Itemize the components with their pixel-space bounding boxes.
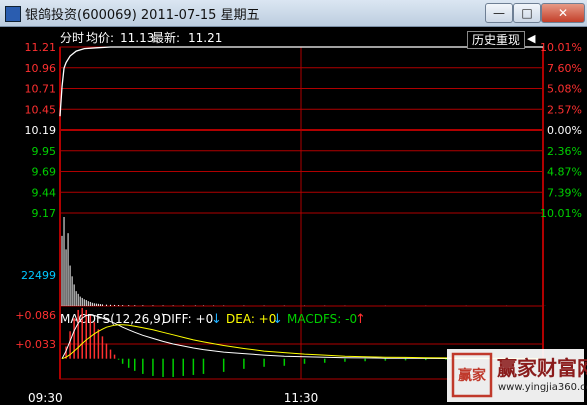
- dea-down-arrow-icon: ↓: [272, 312, 283, 327]
- macd-tick-label: +0.033: [15, 338, 56, 351]
- price-tick-label: 10.96: [25, 62, 57, 75]
- macd-label: MACDFS(12,26,9): [60, 312, 165, 326]
- seal-text: 赢家: [458, 367, 487, 384]
- header-last-label: 最新:: [152, 30, 180, 45]
- app-icon: [5, 6, 21, 22]
- price-tick-label: 9.44: [32, 186, 57, 199]
- volume-tick-label: 22499: [21, 269, 56, 282]
- seal-logo-icon: 赢家: [451, 352, 493, 398]
- percent-tick-label: 0.00%: [547, 124, 582, 137]
- header-avg-label: 均价:: [86, 31, 114, 45]
- macd-dea-label: DEA: +0: [226, 312, 276, 326]
- percent-tick-label: 10.01%: [540, 41, 582, 54]
- watermark-name: 赢家财富网: [497, 356, 587, 380]
- percent-tick-label: 10.01%: [540, 207, 582, 220]
- header-last-value: 11.21: [188, 31, 222, 45]
- minimize-button[interactable]: —: [485, 3, 513, 23]
- title-bar: 银鸽投资(600069) 2011-07-15 星期五 — □ ✕: [0, 0, 587, 27]
- maximize-button[interactable]: □: [513, 3, 541, 23]
- window-title: 银鸽投资(600069) 2011-07-15 星期五: [25, 8, 260, 23]
- watermark-url: www.yingjia360.com: [498, 382, 587, 393]
- x-tick-label: 11:30: [284, 391, 319, 405]
- price-tick-label: 9.95: [32, 145, 57, 158]
- macd-tick-label: +0.086: [15, 309, 56, 322]
- price-tick-label: 10.45: [25, 103, 57, 116]
- header-fenshi-label: 分时: [60, 31, 84, 45]
- percent-tick-label: 5.08%: [547, 83, 582, 96]
- percent-tick-label: 7.39%: [547, 186, 582, 199]
- macd-macdfs-label: MACDFS: -0: [287, 312, 357, 326]
- diff-down-arrow-icon: ↓: [211, 312, 222, 327]
- x-tick-label: 09:30: [28, 391, 63, 405]
- history-replay-button[interactable]: 历史重现: [467, 31, 525, 49]
- percent-tick-label: 7.60%: [547, 62, 582, 75]
- close-button[interactable]: ✕: [541, 3, 585, 23]
- percent-tick-label: 4.87%: [547, 166, 582, 179]
- macdfs-up-arrow-icon: ↑: [355, 312, 366, 327]
- price-tick-label: 10.19: [25, 124, 57, 137]
- price-tick-label: 10.71: [25, 83, 57, 96]
- price-tick-label: 9.17: [32, 207, 57, 220]
- header-avg-value: 11.13: [120, 31, 154, 45]
- price-tick-label: 9.69: [32, 166, 57, 179]
- price-tick-label: 11.21: [25, 41, 57, 54]
- watermark: 赢家 赢家财富网 www.yingjia360.com: [447, 349, 587, 402]
- percent-tick-label: 2.57%: [547, 103, 582, 116]
- play-back-icon[interactable]: ◀: [527, 32, 541, 46]
- macd-diff-label: DIFF: +0: [162, 312, 213, 326]
- percent-tick-label: 2.36%: [547, 145, 582, 158]
